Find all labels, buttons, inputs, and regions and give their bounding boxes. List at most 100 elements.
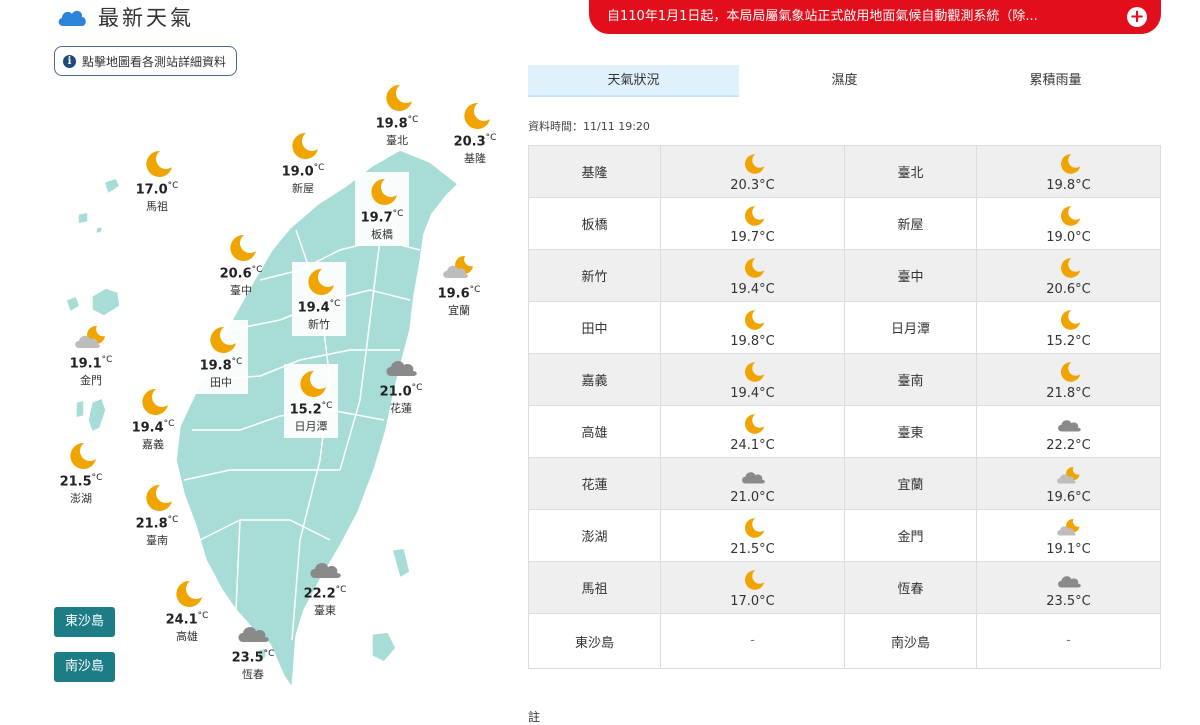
orchid-island [371,631,397,663]
table-row: 基隆 20.3°C 臺北 19.8°C [528,145,1161,198]
partly-cloudy-night-icon [1056,518,1079,536]
penghu-island [75,399,85,419]
moon-icon [744,206,764,226]
station-value: 19.1°C [976,509,1161,562]
station-value: 20.6°C [976,249,1161,302]
map-station-penghu[interactable]: 21.5°C 澎湖 [46,440,116,506]
kinmen-island [65,295,81,314]
station-name[interactable]: 臺東 [844,405,977,458]
station-value: 22.2°C [976,405,1161,458]
nansha-island-button[interactable]: 南沙島 [54,652,115,682]
station-name[interactable]: 花蓮 [528,457,661,510]
station-name[interactable]: 日月潭 [844,301,977,354]
moon-icon [308,268,334,295]
station-name[interactable]: 宜蘭 [844,457,977,510]
cloudy-icon [310,563,341,578]
notice-text[interactable]: 自110年1月1日起，本局局屬氣象站正式啟用地面氣候自動觀測系統（除... [607,9,1038,24]
partly-cloudy-night-icon [1056,466,1079,484]
tab-humidity[interactable]: 濕度 [739,65,950,97]
partly-cloudy-night-icon [75,325,105,348]
moon-icon [744,362,764,382]
station-value: 23.5°C [976,561,1161,614]
station-name[interactable]: 高雄 [528,405,661,458]
table-row: 馬祖 17.0°C 恆春 23.5°C [528,561,1161,614]
dongsha-island-button[interactable]: 東沙島 [54,607,115,637]
matsu-island [103,177,121,196]
map-station-banqiao[interactable]: 19.7°C 板橋 [347,172,417,247]
moon-icon [744,154,764,174]
station-name[interactable]: 馬祖 [528,561,661,614]
station-name[interactable]: 新竹 [528,249,661,302]
station-name[interactable]: 南沙島 [844,613,977,669]
table-row: 高雄 24.1°C 臺東 22.2°C [528,405,1161,458]
table-row: 新竹 19.4°C 臺中 20.6°C [528,249,1161,302]
map-station-chiayi[interactable]: 19.4°C 嘉義 [118,386,188,452]
footnote-label: 註 [528,710,541,724]
cloudy-icon [1057,576,1081,588]
map-station-hsinchu[interactable]: 19.4°C 新竹 [284,262,354,337]
station-name[interactable]: 臺北 [844,145,977,198]
map-station-kaohsiung[interactable]: 24.1°C 高雄 [152,578,222,644]
station-name[interactable]: 恆春 [844,561,977,614]
moon-icon [1060,310,1080,330]
matsu-island-2 [77,211,89,225]
moon-icon [744,518,764,538]
map-station-sun-moon-lake[interactable]: 15.2°C 日月潭 [276,364,346,439]
moon-icon [744,414,764,434]
moon-icon [744,258,764,278]
moon-icon [464,102,490,129]
map-station-hualien[interactable]: 21.0°C 花蓮 [366,350,436,416]
map-station-tianzhong[interactable]: 19.8°C 田中 [186,320,256,395]
table-row: 板橋 19.7°C 新屋 19.0°C [528,197,1161,250]
station-name[interactable]: 澎湖 [528,509,661,562]
station-value: 20.3°C [660,145,845,198]
cloudy-icon [238,627,269,642]
station-value: 19.8°C [976,145,1161,198]
notice-banner[interactable]: 自110年1月1日起，本局局屬氣象站正式啟用地面氣候自動觀測系統（除... + [589,0,1161,34]
moon-icon [210,326,236,353]
tab-bar: 天氣狀況 濕度 累積雨量 [528,65,1161,97]
station-name[interactable]: 臺中 [844,249,977,302]
map-station-matsu[interactable]: 17.0°C 馬祖 [122,148,192,214]
moon-icon [176,580,202,607]
map-station-yilan[interactable]: 19.6°C 宜蘭 [424,252,494,318]
moon-icon [744,570,764,590]
map-station-tainan[interactable]: 21.8°C 臺南 [122,482,192,548]
map-station-taitung[interactable]: 22.2°C 臺東 [290,552,360,618]
map-station-hengchun[interactable]: 23.5°C 恆春 [218,616,288,682]
tab-weather[interactable]: 天氣狀況 [528,65,739,97]
station-name[interactable]: 新屋 [844,197,977,250]
map-station-keelung[interactable]: 20.3°C 基隆 [440,100,510,166]
moon-icon [744,310,764,330]
table-row: 嘉義 19.4°C 臺南 21.8°C [528,353,1161,406]
station-name[interactable]: 基隆 [528,145,661,198]
map-station-kinmen[interactable]: 19.1°C 金門 [56,322,126,388]
moon-icon [386,84,412,111]
station-name[interactable]: 板橋 [528,197,661,250]
data-timestamp: 資料時間：11/11 19:20 [528,120,650,133]
expand-plus-icon[interactable]: + [1127,7,1147,27]
station-name[interactable]: 金門 [844,509,977,562]
station-value: - [660,613,845,669]
tab-rainfall[interactable]: 累積雨量 [950,65,1161,97]
moon-icon [146,484,172,511]
map-station-taichung[interactable]: 20.6°C 臺中 [206,232,276,298]
moon-icon [371,178,397,205]
station-value: 19.4°C [660,249,845,302]
partly-cloudy-night-icon [443,255,473,278]
cloudy-icon [741,472,765,484]
moon-icon [1060,258,1080,278]
station-name[interactable]: 田中 [528,301,661,354]
station-name[interactable]: 嘉義 [528,353,661,406]
moon-icon [230,234,256,261]
station-name[interactable]: 東沙島 [528,613,661,669]
table-row: 澎湖 21.5°C 金門 19.1°C [528,509,1161,562]
station-name[interactable]: 臺南 [844,353,977,406]
moon-icon [70,442,96,469]
map-station-taipei[interactable]: 19.8°C 臺北 [362,82,432,148]
cloudy-icon [386,361,417,376]
moon-icon [1060,154,1080,174]
moon-icon [1060,206,1080,226]
moon-icon [146,150,172,177]
map-station-xinwu[interactable]: 19.0°C 新屋 [268,130,338,196]
